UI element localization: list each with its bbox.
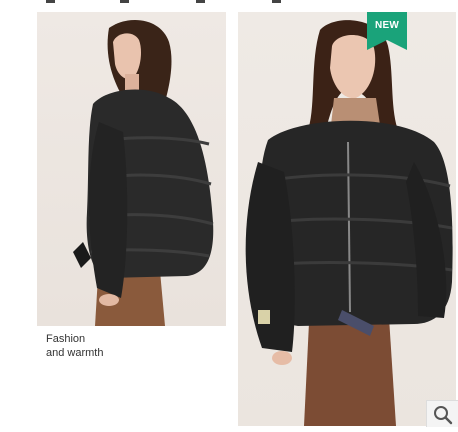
thumbnail-marker[interactable] (46, 0, 55, 3)
thumbnail-marker[interactable] (196, 0, 205, 3)
thumbnail-marker[interactable] (120, 0, 129, 3)
thumbnail-marker[interactable] (272, 0, 281, 3)
caption-line-2: and warmth (46, 347, 104, 359)
badge-shape (367, 12, 407, 50)
product-caption: Fashion and warmth (46, 332, 103, 360)
new-badge-label: NEW (375, 20, 399, 31)
top-thumbnail-strip (0, 0, 458, 6)
magnifier-icon (434, 406, 453, 425)
product-photo-front[interactable] (238, 12, 456, 426)
caption-line-1: Fashion (46, 333, 86, 345)
photo-side-illustration (73, 19, 214, 326)
new-badge (367, 12, 407, 50)
photo-front-illustration (245, 20, 453, 426)
zoom-button[interactable] (426, 400, 458, 427)
product-photo-side[interactable] (37, 12, 226, 326)
